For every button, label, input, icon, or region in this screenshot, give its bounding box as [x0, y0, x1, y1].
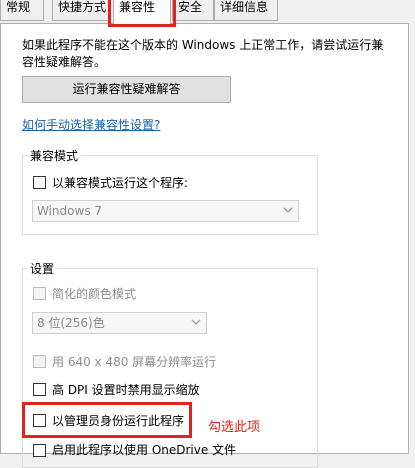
run-as-admin-highlight-box — [22, 402, 192, 438]
high-dpi-label: 高 DPI 设置时禁用显示缩放 — [52, 383, 200, 397]
compat-mode-checkbox-label: 以兼容模式运行这个程序: — [52, 176, 189, 190]
reduced-color-checkbox[interactable] — [33, 287, 46, 300]
chevron-down-icon — [191, 319, 201, 325]
onedrive-checkbox[interactable] — [33, 444, 46, 457]
tab-shortcut-label: 快捷方式 — [58, 0, 107, 14]
compat-mode-group-label: 兼容模式 — [27, 147, 82, 164]
run-troubleshooter-button[interactable]: 运行兼容性疑难解答 — [22, 76, 231, 103]
tab-general[interactable]: 常规 — [0, 0, 44, 21]
tab-compatibility[interactable]: 兼容性 — [113, 0, 171, 24]
manual-compat-link[interactable]: 如何手动选择兼容性设置? — [22, 116, 160, 133]
tab-security[interactable]: 安全 — [172, 0, 214, 21]
tab-details[interactable]: 详细信息 — [214, 0, 278, 21]
tab-security-label: 安全 — [178, 0, 203, 14]
res-640-checkbox[interactable] — [33, 355, 46, 368]
onedrive-label: 启用此程序以使用 OneDrive 文件 — [52, 443, 237, 457]
reduced-color-label: 简化的颜色模式 — [52, 287, 137, 301]
intro-text: 如果此程序不能在这个版本的 Windows 上正常工作，请尝试运行兼 容性疑难解… — [22, 37, 402, 71]
tab-compatibility-label: 兼容性 — [119, 0, 156, 14]
color-depth-select-value: 8 位(256)色 — [37, 316, 105, 330]
res-640-label: 用 640 x 480 屏幕分辨率运行 — [52, 355, 217, 369]
chevron-down-icon — [283, 207, 293, 213]
compat-mode-group — [22, 155, 318, 235]
intro-text-line2: 容性疑难解答。 — [22, 55, 107, 69]
color-depth-select[interactable]: 8 位(256)色 — [32, 312, 207, 334]
high-dpi-checkbox[interactable] — [33, 383, 46, 396]
compat-mode-checkbox[interactable] — [33, 176, 46, 189]
run-troubleshooter-label: 运行兼容性疑难解答 — [72, 82, 181, 96]
annotation-text: 勾选此项 — [208, 420, 261, 435]
tab-details-label: 详细信息 — [220, 0, 269, 14]
tab-shortcut[interactable]: 快捷方式 — [52, 0, 110, 21]
tab-bar: 常规 快捷方式 兼容性 安全 详细信息 — [0, 0, 415, 24]
compat-os-select[interactable]: Windows 7 — [32, 200, 299, 222]
tab-general-label: 常规 — [6, 0, 31, 14]
compat-os-select-value: Windows 7 — [37, 204, 103, 218]
intro-text-line1: 如果此程序不能在这个版本的 Windows 上正常工作，请尝试运行兼 — [22, 38, 384, 52]
settings-group-label: 设置 — [27, 260, 58, 277]
